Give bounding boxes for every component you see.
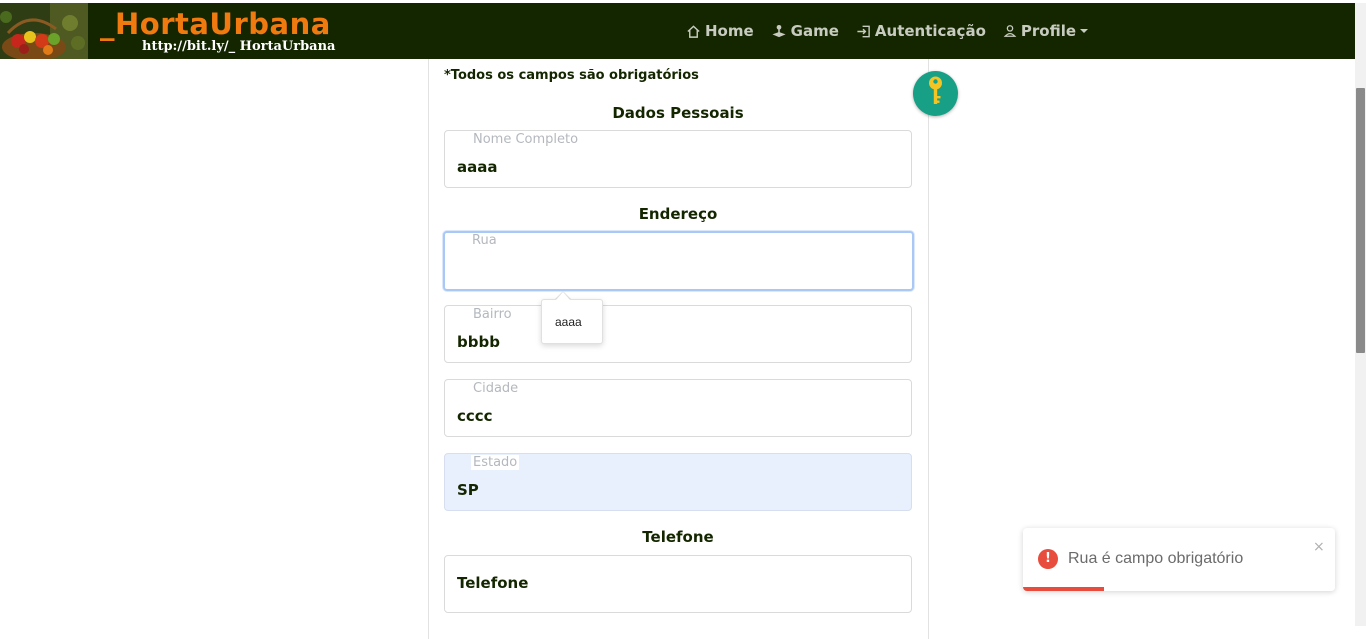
field-nome-completo[interactable]: Nome Completo aaaa [444, 130, 912, 188]
autocomplete-dropdown[interactable]: aaaa [541, 299, 603, 344]
main-nav: Home Game Autenticação Profile [686, 3, 1105, 59]
field-rua-label: Rua [472, 233, 497, 248]
brand-title[interactable]: _HortaUrbana [100, 7, 331, 41]
field-nome-label: Nome Completo [473, 132, 579, 147]
close-icon[interactable]: × [1313, 539, 1325, 555]
field-cidade-label: Cidade [473, 381, 519, 396]
autocomplete-suggestion[interactable]: aaaa [555, 315, 582, 329]
field-rua[interactable]: Rua [443, 231, 914, 291]
nav-profile-label: Profile [1020, 22, 1077, 40]
nav-home[interactable]: Home [686, 22, 754, 40]
field-estado[interactable]: Estado SP [444, 453, 912, 511]
section-title-phone: Telefone [642, 528, 714, 546]
section-title-personal: Dados Pessoais [612, 104, 744, 122]
autocomplete-arrow-inner [556, 292, 570, 300]
field-cidade-value: cccc [457, 407, 493, 425]
login-icon [857, 25, 870, 37]
page-scrollbar[interactable] [1355, 3, 1366, 626]
field-telefone[interactable]: Telefone [444, 555, 912, 613]
field-bairro-label: Bairro [473, 307, 512, 322]
scrollbar-thumb[interactable] [1356, 88, 1365, 353]
field-bairro[interactable]: Bairro bbbb [444, 305, 912, 363]
user-icon [1003, 25, 1017, 37]
rua-input[interactable] [455, 255, 899, 281]
error-icon: ! [1038, 549, 1058, 569]
field-cidade[interactable]: Cidade cccc [444, 379, 912, 437]
key-button[interactable] [913, 71, 958, 116]
section-title-address: Endereço [638, 205, 718, 223]
nav-game-label: Game [790, 22, 839, 40]
nav-profile-dropdown[interactable]: Profile [1003, 22, 1089, 40]
navbar: _HortaUrbana http://bit.ly/_ HortaUrbana… [0, 3, 1355, 59]
nav-auth[interactable]: Autenticação [856, 22, 986, 40]
error-toast: ! Rua é campo obrigatório × [1023, 528, 1335, 591]
nav-home-label: Home [705, 22, 754, 40]
key-icon [929, 76, 942, 104]
field-bairro-value: bbbb [457, 333, 500, 351]
nav-game[interactable]: Game [771, 22, 839, 40]
toast-progress-bar [1023, 587, 1105, 591]
toast-message: Rua é campo obrigatório [1068, 550, 1244, 567]
house-icon [687, 24, 700, 38]
nav-auth-label: Autenticação [874, 22, 986, 40]
field-telefone-value: Telefone [457, 574, 529, 592]
logo-image[interactable] [0, 3, 88, 59]
chevron-down-icon [1080, 29, 1089, 33]
required-note: *Todos os campos são obrigatórios [444, 68, 699, 83]
field-nome-value: aaaa [457, 158, 498, 176]
joystick-icon [772, 24, 786, 37]
field-estado-value: SP [457, 481, 479, 499]
brand-url: http://bit.ly/_ HortaUrbana [142, 39, 336, 54]
field-estado-label: Estado [471, 455, 520, 470]
